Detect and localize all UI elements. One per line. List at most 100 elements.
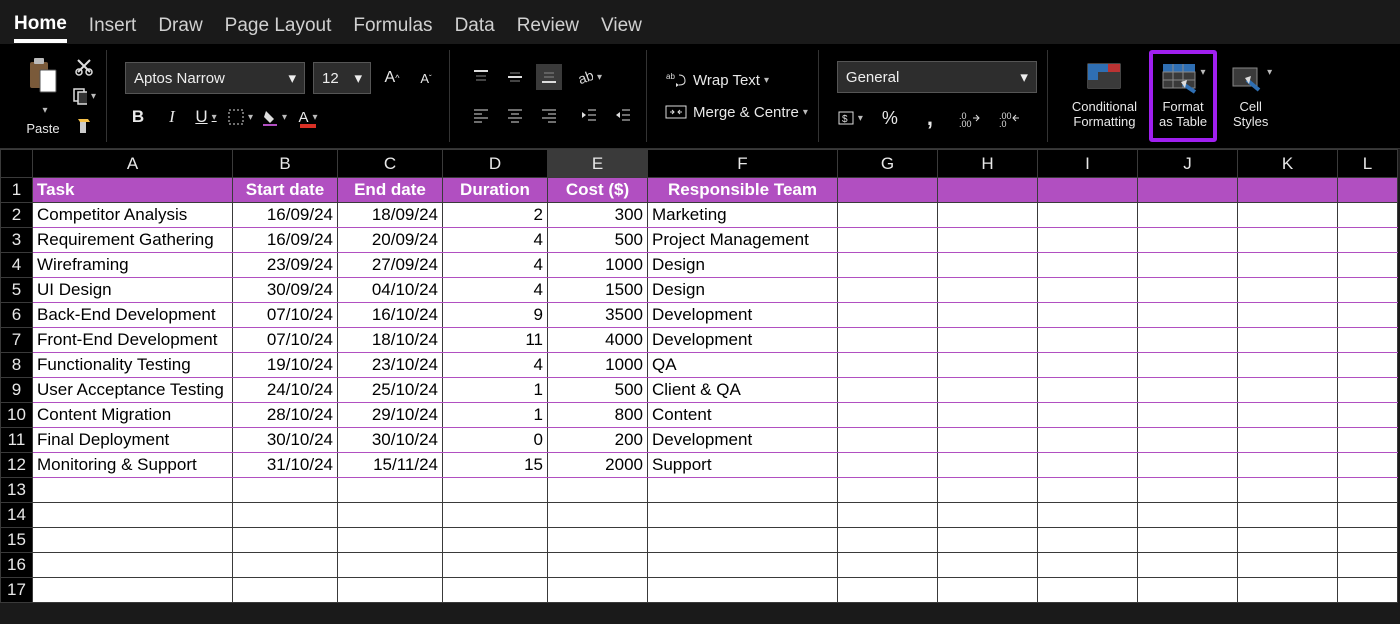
cell[interactable] <box>338 578 443 603</box>
header-cell[interactable]: Start date <box>233 178 338 203</box>
column-header-B[interactable]: B <box>233 150 338 178</box>
cell[interactable] <box>1338 328 1398 353</box>
row-header-3[interactable]: 3 <box>1 228 33 253</box>
cell[interactable] <box>1038 403 1138 428</box>
row-header-1[interactable]: 1 <box>1 178 33 203</box>
cell[interactable] <box>1338 228 1398 253</box>
cell[interactable] <box>648 528 838 553</box>
increase-decimal-button[interactable]: .0.00 <box>957 105 983 131</box>
format-painter-button[interactable] <box>72 114 96 138</box>
cell[interactable] <box>1138 278 1238 303</box>
cell[interactable] <box>1138 228 1238 253</box>
cell[interactable] <box>1238 453 1338 478</box>
cell[interactable]: 2 <box>443 203 548 228</box>
align-left-button[interactable] <box>468 102 494 128</box>
merge-centre-button[interactable]: Merge & Centre <box>665 103 808 121</box>
cell[interactable] <box>1038 578 1138 603</box>
cell[interactable] <box>548 553 648 578</box>
cell[interactable] <box>938 553 1038 578</box>
cell[interactable]: Competitor Analysis <box>33 203 233 228</box>
cell[interactable]: 07/10/24 <box>233 328 338 353</box>
cell[interactable] <box>838 478 938 503</box>
cell[interactable]: 500 <box>548 378 648 403</box>
cell[interactable] <box>338 503 443 528</box>
cell[interactable]: 28/10/24 <box>233 403 338 428</box>
cell[interactable]: 0 <box>443 428 548 453</box>
cell[interactable] <box>1138 178 1238 203</box>
cell[interactable] <box>1238 378 1338 403</box>
cell[interactable]: 20/09/24 <box>338 228 443 253</box>
cell[interactable] <box>1138 528 1238 553</box>
cell[interactable] <box>338 553 443 578</box>
cell[interactable] <box>1338 528 1398 553</box>
cell[interactable] <box>1238 328 1338 353</box>
tab-draw[interactable]: Draw <box>158 11 202 41</box>
column-header-G[interactable]: G <box>838 150 938 178</box>
cell[interactable]: Development <box>648 328 838 353</box>
cell[interactable] <box>1138 378 1238 403</box>
cell[interactable]: Client & QA <box>648 378 838 403</box>
cell[interactable] <box>1338 503 1398 528</box>
decrease-decimal-button[interactable]: .00.0 <box>997 105 1023 131</box>
cell[interactable] <box>1038 378 1138 403</box>
row-header-13[interactable]: 13 <box>1 478 33 503</box>
cell[interactable]: 23/10/24 <box>338 353 443 378</box>
cell[interactable]: Content Migration <box>33 403 233 428</box>
row-header-16[interactable]: 16 <box>1 553 33 578</box>
cell[interactable]: 4 <box>443 353 548 378</box>
cell[interactable] <box>838 503 938 528</box>
cell[interactable] <box>938 303 1038 328</box>
cell[interactable] <box>838 553 938 578</box>
align-middle-button[interactable] <box>502 64 528 90</box>
header-cell[interactable]: Task <box>33 178 233 203</box>
paste-button[interactable]: Paste <box>20 50 66 142</box>
cell[interactable]: 27/09/24 <box>338 253 443 278</box>
cell[interactable] <box>548 528 648 553</box>
cell[interactable] <box>1338 403 1398 428</box>
cell[interactable] <box>443 528 548 553</box>
cell[interactable] <box>648 553 838 578</box>
cell[interactable] <box>1238 528 1338 553</box>
decrease-font-button[interactable]: Aˇ <box>413 65 439 91</box>
cell[interactable] <box>1238 478 1338 503</box>
cell[interactable]: 11 <box>443 328 548 353</box>
accounting-format-button[interactable]: $ <box>837 105 863 131</box>
cell[interactable]: 31/10/24 <box>233 453 338 478</box>
bold-button[interactable]: B <box>125 104 151 130</box>
tab-home[interactable]: Home <box>14 9 67 43</box>
cell[interactable] <box>1038 453 1138 478</box>
cell[interactable] <box>1238 228 1338 253</box>
cell[interactable] <box>1238 553 1338 578</box>
comma-button[interactable]: , <box>917 105 943 131</box>
font-name-select[interactable]: Aptos Narrow▾ <box>125 62 305 94</box>
cell[interactable] <box>33 478 233 503</box>
cell[interactable] <box>1038 478 1138 503</box>
percent-button[interactable]: % <box>877 105 903 131</box>
cell[interactable] <box>1138 428 1238 453</box>
cell[interactable]: 500 <box>548 228 648 253</box>
header-cell[interactable]: Duration <box>443 178 548 203</box>
cell[interactable]: Project Management <box>648 228 838 253</box>
cell[interactable] <box>1238 578 1338 603</box>
cell[interactable] <box>1238 428 1338 453</box>
cell[interactable] <box>838 578 938 603</box>
cell[interactable] <box>1138 553 1238 578</box>
cell[interactable]: 3500 <box>548 303 648 328</box>
cell[interactable] <box>1238 503 1338 528</box>
cell[interactable] <box>1338 478 1398 503</box>
cell[interactable] <box>838 278 938 303</box>
tab-page-layout[interactable]: Page Layout <box>225 11 332 41</box>
cell[interactable] <box>1038 203 1138 228</box>
cell[interactable]: 18/10/24 <box>338 328 443 353</box>
cell[interactable]: 04/10/24 <box>338 278 443 303</box>
cell[interactable]: Marketing <box>648 203 838 228</box>
cell[interactable]: 07/10/24 <box>233 303 338 328</box>
number-format-select[interactable]: General▾ <box>837 61 1037 93</box>
cell[interactable] <box>233 478 338 503</box>
column-header-C[interactable]: C <box>338 150 443 178</box>
select-all-corner[interactable] <box>1 150 33 178</box>
cell[interactable] <box>1138 328 1238 353</box>
cell[interactable] <box>838 403 938 428</box>
row-header-11[interactable]: 11 <box>1 428 33 453</box>
cell[interactable] <box>648 578 838 603</box>
